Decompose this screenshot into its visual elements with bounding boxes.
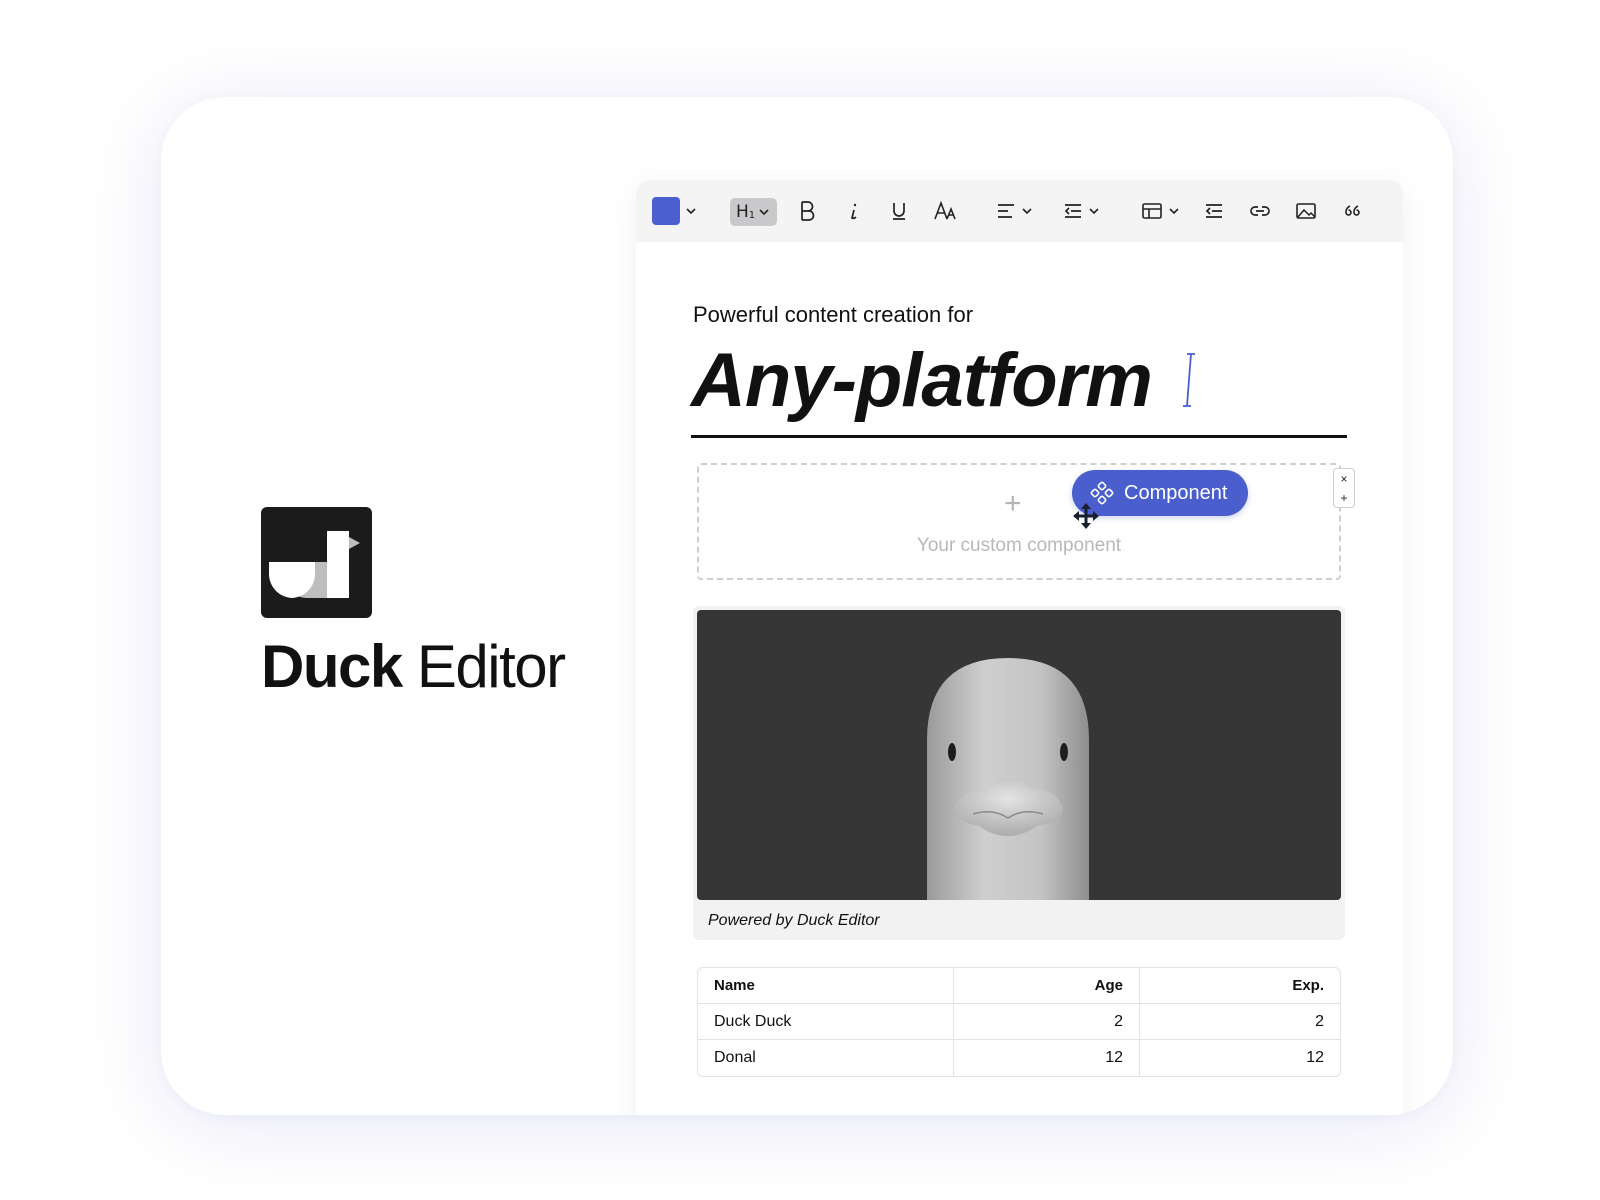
indent-icon	[1064, 204, 1081, 218]
bold-button[interactable]	[796, 196, 818, 226]
duck-image[interactable]	[697, 610, 1341, 900]
component-label: Component	[1124, 481, 1228, 504]
align-left-icon	[998, 204, 1014, 218]
indent-dropdown[interactable]	[1063, 196, 1101, 226]
add-component-button[interactable]: +	[1340, 492, 1347, 504]
chevron-down-icon	[686, 208, 696, 215]
image-caption[interactable]: Powered by Duck Editor	[708, 912, 880, 930]
duck-editor-logo-icon	[261, 507, 372, 618]
chevron-down-icon	[1022, 208, 1032, 215]
table-cell[interactable]: Duck Duck	[698, 1004, 954, 1040]
bold-icon	[801, 201, 815, 221]
table-header-row: Name Age Exp.	[698, 968, 1340, 1004]
table-cell[interactable]: 12	[954, 1040, 1140, 1076]
quote-icon	[1345, 205, 1360, 216]
move-cursor-icon	[1073, 503, 1099, 529]
table-cell[interactable]: 12	[1140, 1040, 1340, 1076]
text-cursor-icon	[1183, 353, 1195, 407]
chevron-down-icon	[1089, 208, 1099, 215]
underline-icon	[893, 203, 905, 220]
text-color-picker[interactable]	[652, 196, 698, 226]
header-name[interactable]: Name	[698, 968, 954, 1004]
outdent-button[interactable]	[1203, 196, 1225, 226]
italic-icon	[851, 203, 857, 220]
image-block[interactable]: Powered by Duck Editor	[693, 606, 1345, 940]
outdent-icon	[1205, 204, 1222, 218]
data-table[interactable]: Name Age Exp. Duck Duck 2 2 Donal 12 12	[697, 967, 1341, 1077]
italic-button[interactable]	[843, 196, 865, 226]
table-row: Duck Duck 2 2	[698, 1004, 1340, 1040]
heading-underline-divider	[691, 435, 1347, 438]
table-cell[interactable]: Donal	[698, 1040, 954, 1076]
close-component-button[interactable]: ×	[1340, 473, 1347, 485]
table-dropdown[interactable]	[1141, 196, 1181, 226]
brand-name-regular: Editor	[416, 633, 566, 700]
link-icon	[1250, 206, 1270, 216]
color-swatch	[652, 197, 680, 225]
font-size-button[interactable]	[933, 196, 959, 226]
showcase-card: Duck Editor H1 Powerful content creation…	[161, 97, 1453, 1115]
heading-label: H1	[736, 202, 756, 222]
link-button[interactable]	[1248, 196, 1272, 226]
add-component-plus[interactable]: +	[1004, 487, 1022, 521]
chevron-down-icon	[1169, 208, 1179, 215]
align-dropdown[interactable]	[996, 196, 1034, 226]
header-age[interactable]: Age	[954, 968, 1140, 1004]
component-side-controls: × +	[1333, 468, 1355, 508]
chevron-down-icon	[759, 209, 769, 216]
editor-window: H1 Powerful content creation for Any-pla…	[636, 180, 1403, 1115]
duck-illustration	[927, 658, 1089, 900]
table-cell[interactable]: 2	[1140, 1004, 1340, 1040]
table-icon	[1142, 203, 1162, 219]
underline-button[interactable]	[888, 196, 910, 226]
heading-dropdown[interactable]: H1	[730, 197, 778, 227]
editor-toolbar: H1	[636, 180, 1403, 242]
header-exp[interactable]: Exp.	[1140, 968, 1340, 1004]
brand-name: Duck Editor	[261, 637, 566, 697]
headline[interactable]: Any-platform	[691, 343, 1153, 419]
table-row: Donal 12 12	[698, 1040, 1340, 1076]
table-cell[interactable]: 2	[954, 1004, 1140, 1040]
brand-name-bold: Duck	[261, 633, 403, 700]
subtitle[interactable]: Powerful content creation for	[693, 302, 973, 328]
font-size-icon	[934, 200, 956, 220]
dropzone-placeholder-text: Your custom component	[916, 535, 1122, 556]
image-icon	[1296, 203, 1316, 219]
image-button[interactable]	[1294, 196, 1318, 226]
quote-button[interactable]	[1342, 196, 1362, 226]
